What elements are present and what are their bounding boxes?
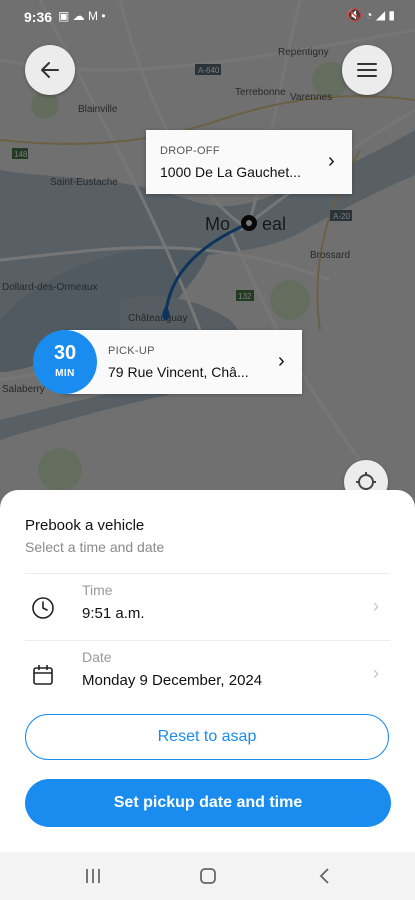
pickup-label: PICK-UP xyxy=(108,345,155,357)
eta-unit: MIN xyxy=(55,368,75,379)
dropoff-card[interactable]: DROP-OFF 1000 De La Gauchet... › xyxy=(146,130,352,194)
chevron-right-icon: › xyxy=(373,596,379,616)
sheet-title: Prebook a vehicle xyxy=(25,517,145,534)
eta-badge: 30 MIN xyxy=(33,330,97,394)
set-pickup-button[interactable]: Set pickup date and time xyxy=(25,779,391,827)
dropoff-address: 1000 De La Gauchet... xyxy=(160,164,301,180)
notification-icons: ▣ ☁ M • xyxy=(58,9,106,23)
eta-value: 30 xyxy=(53,342,77,364)
chevron-right-icon: › xyxy=(328,150,335,172)
date-value: Monday 9 December, 2024 xyxy=(82,672,263,689)
dropoff-label: DROP-OFF xyxy=(160,145,220,157)
pickup-address: 79 Rue Vincent, Châ... xyxy=(108,364,249,380)
system-nav-bar xyxy=(0,852,415,900)
prebook-sheet: Prebook a vehicle Select a time and date… xyxy=(0,490,415,852)
arrow-left-icon xyxy=(41,62,59,78)
status-bar: 9:36 ▣ ☁ M • 🔇 ◔ ◢ ▮ xyxy=(0,0,415,32)
reset-to-asap-button[interactable]: Reset to asap xyxy=(25,714,389,760)
back-button[interactable] xyxy=(25,45,75,95)
chevron-right-icon: › xyxy=(373,663,379,683)
chevron-right-icon: › xyxy=(278,350,285,372)
date-label: Date xyxy=(82,649,112,665)
date-row[interactable]: Date Monday 9 December, 2024 › xyxy=(0,641,415,705)
time-row[interactable]: Time 9:51 a.m. › xyxy=(0,574,415,638)
pickup-card[interactable]: PICK-UP 79 Rue Vincent, Châ... › xyxy=(62,330,302,394)
home-icon[interactable] xyxy=(199,867,217,885)
status-time: 9:36 xyxy=(24,9,53,25)
time-label: Time xyxy=(82,582,113,598)
hamburger-menu-icon xyxy=(357,63,377,77)
recent-apps-icon[interactable] xyxy=(84,868,102,884)
sheet-subtitle: Select a time and date xyxy=(25,539,165,555)
system-status-icons: 🔇 ◔ ◢ ▮ xyxy=(346,8,395,22)
calendar-icon xyxy=(33,665,53,685)
back-nav-icon[interactable] xyxy=(318,867,332,885)
time-value: 9:51 a.m. xyxy=(82,605,145,622)
clock-icon xyxy=(32,597,54,619)
menu-button[interactable] xyxy=(342,45,392,95)
